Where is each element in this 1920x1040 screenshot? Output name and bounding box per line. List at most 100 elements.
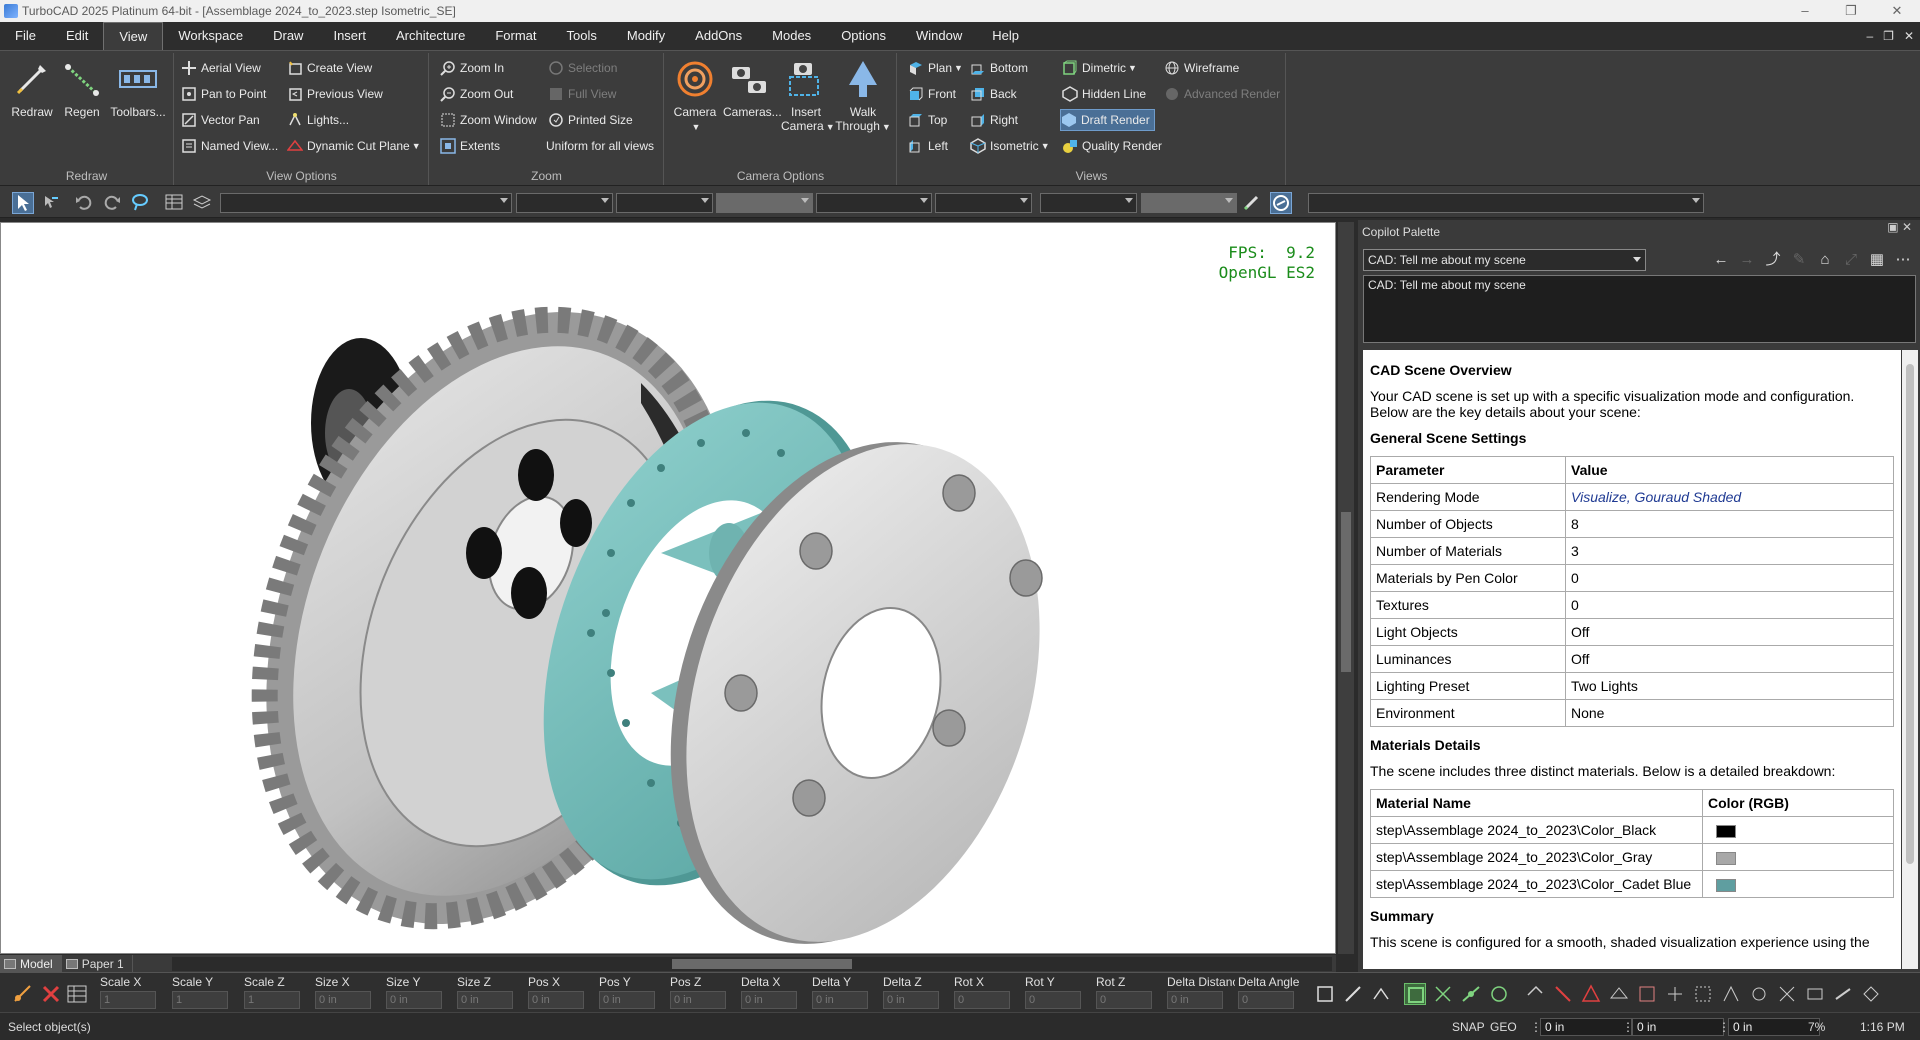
delete-button[interactable] [40,983,62,1005]
select-tool-button[interactable] [12,192,34,214]
snap-tool-button-11[interactable] [1804,983,1826,1005]
snap-mode-button-1[interactable] [1314,983,1336,1005]
forward-arrow-button[interactable]: → [1736,250,1758,270]
copilot-prompt-select[interactable]: CAD: Tell me about my scene [1363,249,1646,271]
menu-draw[interactable]: Draw [258,22,318,50]
camera-button[interactable]: Camera ▼ [673,59,717,134]
redo-button[interactable] [102,192,124,214]
pos-z-input[interactable]: 0 in [670,991,726,1009]
insert-camera-button[interactable]: Insert Camera ▼ [781,59,835,134]
snap-tool-button-7[interactable] [1692,983,1714,1005]
create-view-button[interactable]: Create View [287,57,372,79]
walk-through-button[interactable]: Walk Through ▼ [835,59,891,134]
rot-y-input[interactable]: 0 [1025,991,1081,1009]
named-view-button[interactable]: Named View... [181,135,278,157]
menu-file[interactable]: File [0,22,51,50]
home-button[interactable]: ⌂ [1814,250,1836,270]
thickness-combo[interactable] [1141,193,1237,213]
snap-mode-button-3[interactable] [1370,983,1392,1005]
printed-size-button[interactable]: Printed Size [548,109,633,131]
regen-button[interactable]: Regen [60,59,104,119]
lights-button[interactable]: Lights... [287,109,349,131]
snap-tool-button-5[interactable] [1636,983,1658,1005]
snap-tool-button-2[interactable] [1552,983,1574,1005]
menu-format[interactable]: Format [480,22,551,50]
pattern-combo[interactable] [935,193,1032,213]
restore-button[interactable]: ❐ [1828,0,1874,22]
scale-x-input[interactable]: 1 [100,991,156,1009]
snap-vertex-button[interactable] [1432,983,1454,1005]
snap-tool-button-8[interactable] [1720,983,1742,1005]
y-coordinate-field[interactable]: 0 in [1632,1018,1724,1036]
share-button[interactable]: ⤴ [1762,250,1784,270]
snap-tool-button-10[interactable] [1776,983,1798,1005]
snap-tool-button-9[interactable] [1748,983,1770,1005]
menu-window[interactable]: Window [901,22,977,50]
drawing-viewport[interactable]: FPS: 9.2 OpenGL ES2 [0,222,1336,954]
snap-mode-button-2[interactable] [1342,983,1364,1005]
snap-center-button[interactable] [1488,983,1510,1005]
scale-y-input[interactable]: 1 [172,991,228,1009]
x-coordinate-field[interactable]: 0 in [1540,1018,1632,1036]
scale-z-input[interactable]: 1 [244,991,300,1009]
menu-tools[interactable]: Tools [552,22,612,50]
snap-tool-button-13[interactable] [1860,983,1882,1005]
table-button[interactable] [164,192,186,214]
menu-modes[interactable]: Modes [757,22,826,50]
snap-tool-button-6[interactable] [1664,983,1686,1005]
pan-to-point-button[interactable]: Pan to Point [181,83,266,105]
snap-tool-button-4[interactable] [1608,983,1630,1005]
viewport-vertical-scrollbar[interactable] [1338,222,1354,954]
rot-x-input[interactable]: 0 [954,991,1010,1009]
isometric-view-button[interactable]: Isometric ▼ [970,135,1050,157]
copilot-prompt-input[interactable]: CAD: Tell me about my scene [1363,275,1916,343]
back-view-button[interactable]: Back [970,83,1017,105]
snap-tool-button-1[interactable] [1524,983,1546,1005]
delta-z-input[interactable]: 0 in [883,991,939,1009]
snap-indicator[interactable]: SNAP [1452,1020,1485,1034]
material-combo[interactable] [1040,193,1137,213]
pointer-button[interactable]: ⤢ [1840,250,1862,270]
left-view-button[interactable]: Left [908,135,948,157]
hidden-line-button[interactable]: Hidden Line [1062,83,1146,105]
redraw-button[interactable]: Redraw [10,59,54,119]
vector-pan-button[interactable]: Vector Pan [181,109,260,131]
aerial-view-button[interactable]: Aerial View [181,57,261,79]
tab-paper-1[interactable]: Paper 1 [62,955,133,972]
pen-color-combo[interactable] [516,193,613,213]
close-button[interactable]: ✕ [1874,0,1920,22]
snap-magnet-button[interactable] [12,983,34,1005]
menu-insert[interactable]: Insert [318,22,381,50]
menu-edit[interactable]: Edit [51,22,103,50]
menu-help[interactable]: Help [977,22,1034,50]
advanced-render-button[interactable]: Advanced Render [1164,83,1280,105]
back-arrow-button[interactable]: ← [1710,250,1732,270]
previous-view-button[interactable]: Previous View [287,83,383,105]
layers-button[interactable] [192,192,214,214]
delta-angle-input[interactable]: 0 [1238,991,1294,1009]
bottom-view-button[interactable]: Bottom [970,57,1028,79]
toolbars-button[interactable]: Toolbars... [110,59,166,119]
pen-width-combo[interactable] [716,193,813,213]
menu-architecture[interactable]: Architecture [381,22,480,50]
mdi-minimize-button[interactable]: – [1866,22,1873,50]
snap-grid-button[interactable] [1404,983,1426,1005]
snap-midpoint-button[interactable] [1460,983,1482,1005]
geo-indicator[interactable]: GEO [1490,1020,1517,1034]
size-y-input[interactable]: 0 in [386,991,442,1009]
snap-tool-button-12[interactable] [1832,983,1854,1005]
size-z-input[interactable]: 0 in [457,991,513,1009]
edit-tool-button[interactable] [40,192,62,214]
menu-modify[interactable]: Modify [612,22,680,50]
top-view-button[interactable]: Top [908,109,947,131]
menu-view[interactable]: View [103,22,164,50]
layer-combo[interactable] [220,193,512,213]
dynamic-cut-plane-button[interactable]: Dynamic Cut Plane ▼ [287,135,421,157]
command-combo[interactable] [1308,193,1704,213]
pos-y-input[interactable]: 0 in [599,991,655,1009]
mdi-close-button[interactable]: ✕ [1904,22,1914,50]
quality-render-button[interactable]: Quality Render [1062,135,1162,157]
extents-button[interactable]: Extents [440,135,500,157]
scroll-thumb[interactable] [672,959,852,969]
uniform-all-views-button[interactable]: Uniform for all views [546,135,654,157]
